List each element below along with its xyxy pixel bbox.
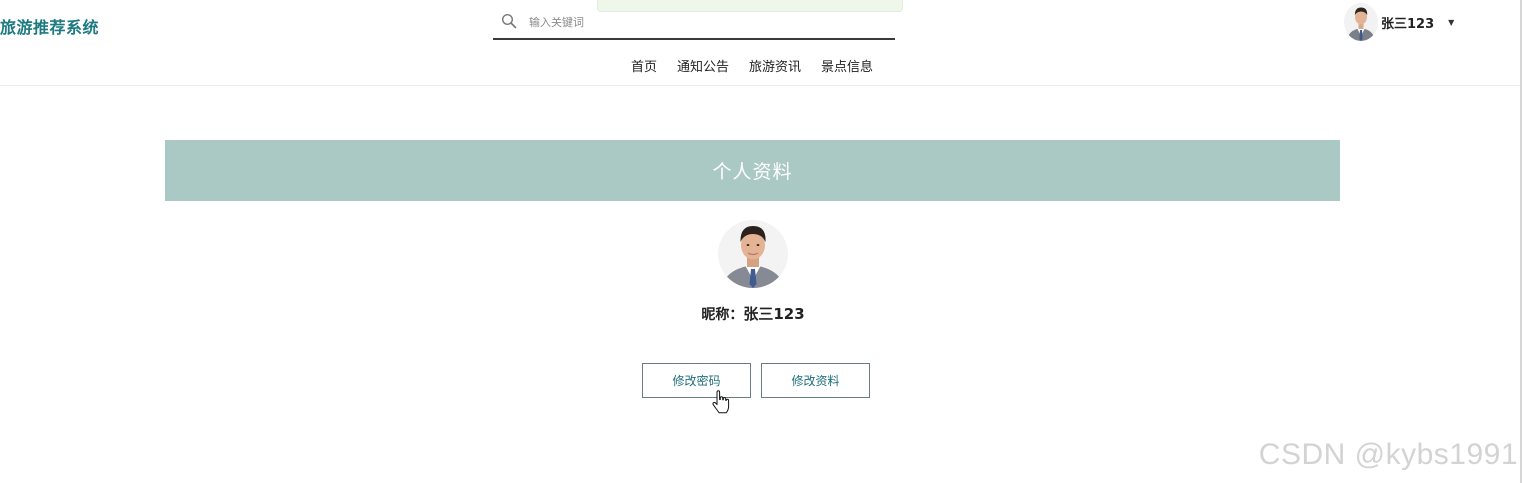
page: 旅游推荐系统 首页 通知公告 旅游资讯 景点信息 (0, 0, 1522, 483)
nav-item-notices[interactable]: 通知公告 (674, 56, 732, 75)
csdn-watermark: CSDN @kybs1991 (1258, 438, 1518, 471)
nav-item-home[interactable]: 首页 (628, 56, 660, 75)
nav-item-attractions[interactable]: 景点信息 (818, 56, 876, 75)
nav-item-travel-news[interactable]: 旅游资讯 (746, 56, 804, 75)
user-avatar[interactable] (1344, 3, 1378, 41)
hand-pointer-cursor-icon (712, 390, 730, 414)
main-nav: 首页 通知公告 旅游资讯 景点信息 (628, 56, 876, 75)
profile-title: 个人资料 (712, 161, 793, 183)
search-icon[interactable] (501, 13, 517, 29)
profile-avatar (718, 220, 788, 288)
nickname-value: 张三123 (743, 305, 805, 323)
caret-down-icon[interactable]: ▼ (1448, 18, 1454, 27)
search-input[interactable] (529, 11, 879, 33)
profile-title-banner: 个人资料 (165, 140, 1340, 201)
nickname-label: 昵称： (701, 307, 744, 323)
site-brand[interactable]: 旅游推荐系统 (0, 14, 99, 38)
change-password-button[interactable]: 修改密码 (642, 363, 751, 398)
edit-profile-button[interactable]: 修改资料 (761, 363, 870, 398)
search-bar (493, 7, 895, 40)
nickname-row: 昵称：张三123 (0, 303, 1506, 324)
user-name[interactable]: 张三123 (1381, 13, 1434, 32)
user-menu[interactable]: 张三123 ▼ (1344, 2, 1454, 42)
top-header: 旅游推荐系统 首页 通知公告 旅游资讯 景点信息 (0, 0, 1520, 86)
